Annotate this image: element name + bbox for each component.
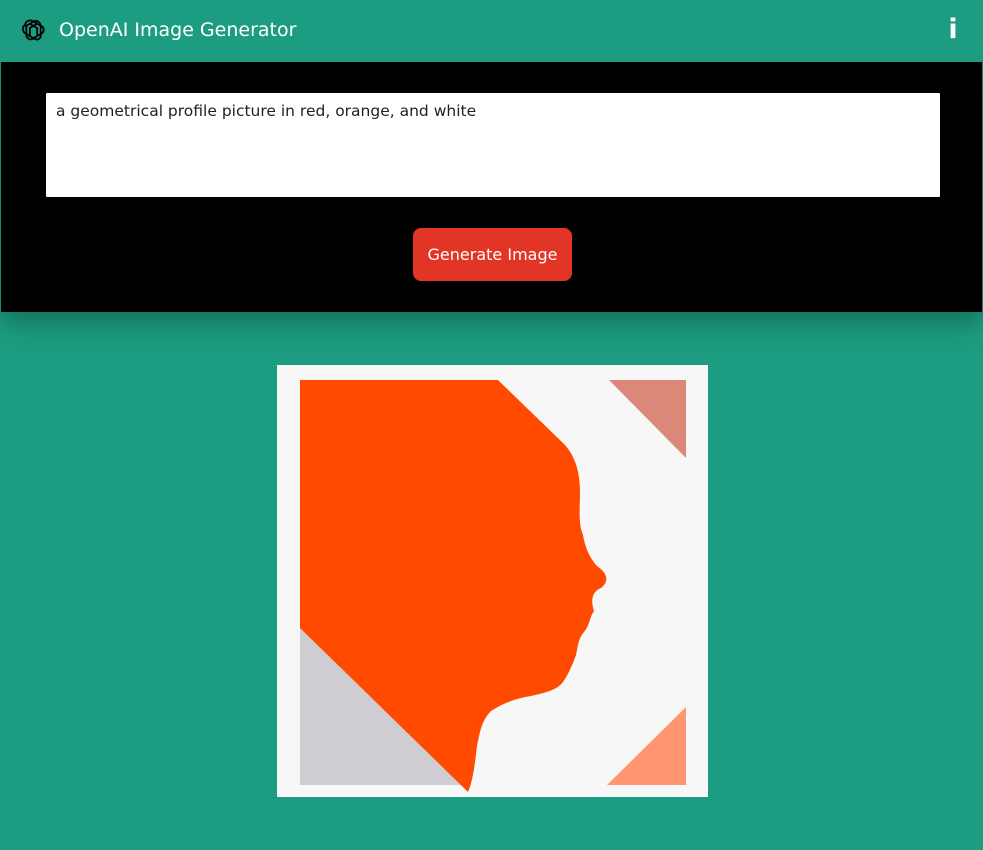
top-bar: OpenAI Image Generator i [0,0,983,62]
app-window: OpenAI Image Generator i a geometrical p… [0,0,983,850]
generated-image [277,365,708,797]
generate-image-button[interactable]: Generate Image [413,228,572,281]
app-title: OpenAI Image Generator [59,19,297,41]
openai-logo-icon [22,19,45,41]
info-button[interactable]: i [943,14,963,46]
generated-image-canvas [277,365,708,797]
prompt-input[interactable]: a geometrical profile picture in red, or… [46,93,940,197]
prompt-panel: a geometrical profile picture in red, or… [1,62,982,312]
